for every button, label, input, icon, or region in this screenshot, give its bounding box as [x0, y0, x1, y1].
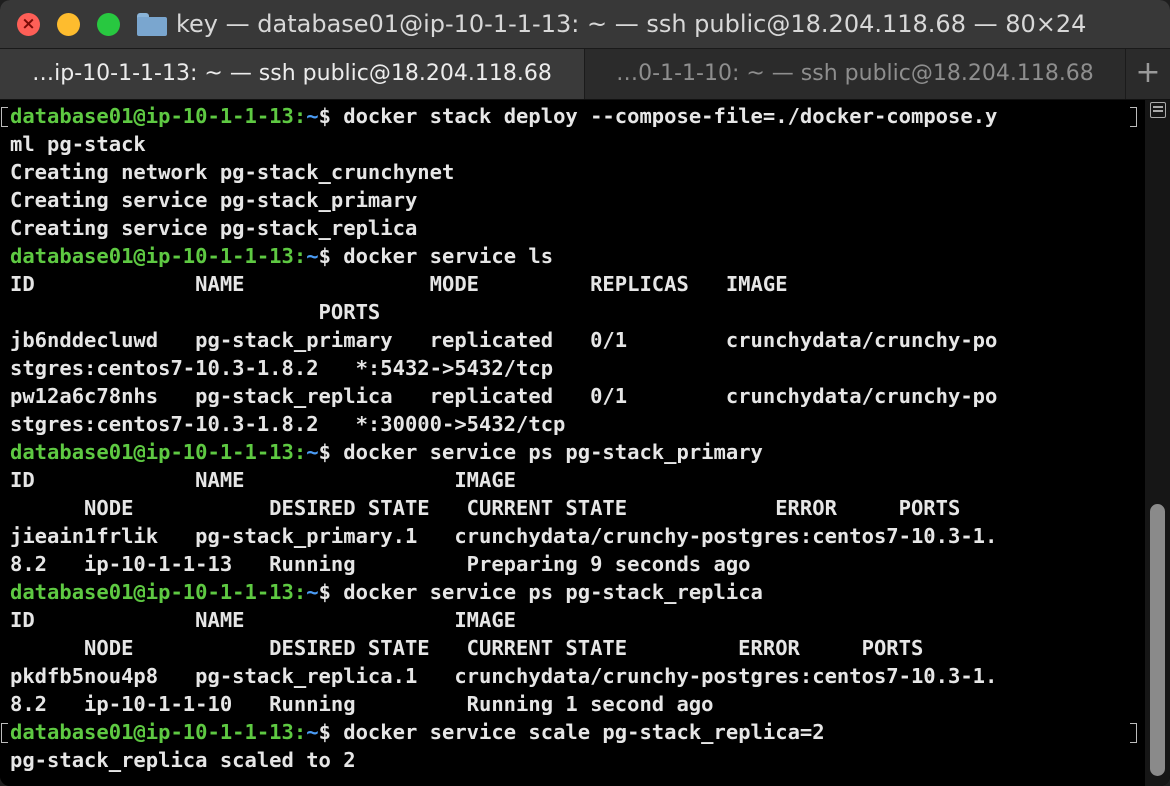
tab-active-session[interactable]: …ip-10-1-1-13: ~ — ssh public@18.204.118…: [0, 49, 585, 99]
new-tab-button[interactable]: +: [1126, 49, 1170, 99]
title-bar[interactable]: × key — database01@ip-10-1-1-13: ~ — ssh…: [0, 0, 1170, 48]
mark-bracket-right: [1130, 107, 1137, 127]
close-icon: ×: [21, 14, 36, 34]
prompt-separator: :: [293, 440, 307, 464]
prompt-user: database01@ip-10-1-1-13: [10, 104, 294, 128]
mark-bracket-left: [1, 107, 8, 127]
output-line: Creating service pg-stack_replica: [10, 216, 418, 240]
scrollbar-menu-icon[interactable]: [1150, 102, 1166, 118]
output-line: 8.2 ip-10-1-1-13 Running Preparing 9 sec…: [10, 552, 751, 576]
zoom-window-button[interactable]: [97, 13, 120, 36]
output-line: Creating network pg-stack_crunchynet: [10, 160, 455, 184]
prompt-symbol: $: [318, 580, 344, 604]
output-line: stgres:centos7-10.3-1.8.2 *:30000->5432/…: [10, 412, 566, 436]
prompt-path: ~: [306, 244, 319, 268]
prompt-user: database01@ip-10-1-1-13: [10, 720, 294, 744]
command-text: docker service ps pg-stack_primary: [343, 440, 763, 464]
output-line: ml pg-stack: [10, 132, 146, 156]
mark-bracket-left: [1, 723, 8, 743]
output-line: 8.2 ip-10-1-1-10 Running Running 1 secon…: [10, 692, 714, 716]
minimize-window-button[interactable]: [57, 13, 80, 36]
output-line: pw12a6c78nhs pg-stack_replica replicated…: [10, 384, 998, 408]
prompt-user: database01@ip-10-1-1-13: [10, 440, 294, 464]
output-line: ID NAME MODE REPLICAS IMAGE: [10, 272, 788, 296]
command-text: docker service ls: [343, 244, 554, 268]
prompt-separator: :: [293, 720, 307, 744]
close-window-button[interactable]: ×: [17, 13, 40, 36]
prompt-path: ~: [306, 104, 319, 128]
output-line: pkdfb5nou4p8 pg-stack_replica.1 crunchyd…: [10, 664, 998, 688]
output-line: ID NAME IMAGE: [10, 468, 517, 492]
prompt-line: database01@ip-10-1-1-13:~$ docker servic…: [10, 438, 1140, 466]
prompt-separator: :: [293, 244, 307, 268]
prompt-symbol: $: [318, 440, 344, 464]
scrollbar-thumb[interactable]: [1150, 504, 1165, 776]
prompt-user: database01@ip-10-1-1-13: [10, 244, 294, 268]
window-title: key — database01@ip-10-1-1-13: ~ — ssh p…: [176, 10, 1087, 38]
command-text: docker service scale pg-stack_replica=2: [343, 720, 825, 744]
prompt-user: database01@ip-10-1-1-13: [10, 580, 294, 604]
folder-icon: [137, 13, 167, 36]
prompt-path: ~: [306, 580, 319, 604]
prompt-line: database01@ip-10-1-1-13:~$ docker servic…: [10, 718, 1140, 746]
output-line: jb6nddecluwd pg-stack_primary replicated…: [10, 328, 998, 352]
output-line: pg-stack_replica scaled to 2: [10, 748, 356, 772]
tab-inactive-session[interactable]: …0-1-1-10: ~ — ssh public@18.204.118.68: [585, 49, 1126, 99]
command-text: docker service ps pg-stack_replica: [343, 580, 763, 604]
mark-bracket-right: [1130, 723, 1137, 743]
command-text: docker stack deploy --compose-file=./doc…: [343, 104, 998, 128]
terminal-output[interactable]: database01@ip-10-1-1-13:~$ docker stack …: [0, 100, 1140, 786]
prompt-path: ~: [306, 440, 319, 464]
output-line: NODE DESIRED STATE CURRENT STATE ERROR P…: [10, 636, 924, 660]
prompt-symbol: $: [318, 720, 344, 744]
prompt-symbol: $: [318, 244, 344, 268]
prompt-symbol: $: [318, 104, 344, 128]
prompt-separator: :: [293, 104, 307, 128]
prompt-path: ~: [306, 720, 319, 744]
tab-bar: …ip-10-1-1-13: ~ — ssh public@18.204.118…: [0, 48, 1170, 100]
prompt-line: database01@ip-10-1-1-13:~$ docker servic…: [10, 242, 1140, 270]
output-line: NODE DESIRED STATE CURRENT STATE ERROR P…: [10, 496, 961, 520]
output-line: Creating service pg-stack_primary: [10, 188, 418, 212]
prompt-line: database01@ip-10-1-1-13:~$ docker servic…: [10, 578, 1140, 606]
output-line: stgres:centos7-10.3-1.8.2 *:5432->5432/t…: [10, 356, 554, 380]
output-line: jieain1frlik pg-stack_primary.1 crunchyd…: [10, 524, 998, 548]
output-line: PORTS: [10, 300, 381, 324]
prompt-line: database01@ip-10-1-1-13:~$ docker stack …: [10, 102, 1140, 130]
output-line: ID NAME IMAGE: [10, 608, 517, 632]
prompt-separator: :: [293, 580, 307, 604]
terminal-window: × key — database01@ip-10-1-1-13: ~ — ssh…: [0, 0, 1170, 786]
